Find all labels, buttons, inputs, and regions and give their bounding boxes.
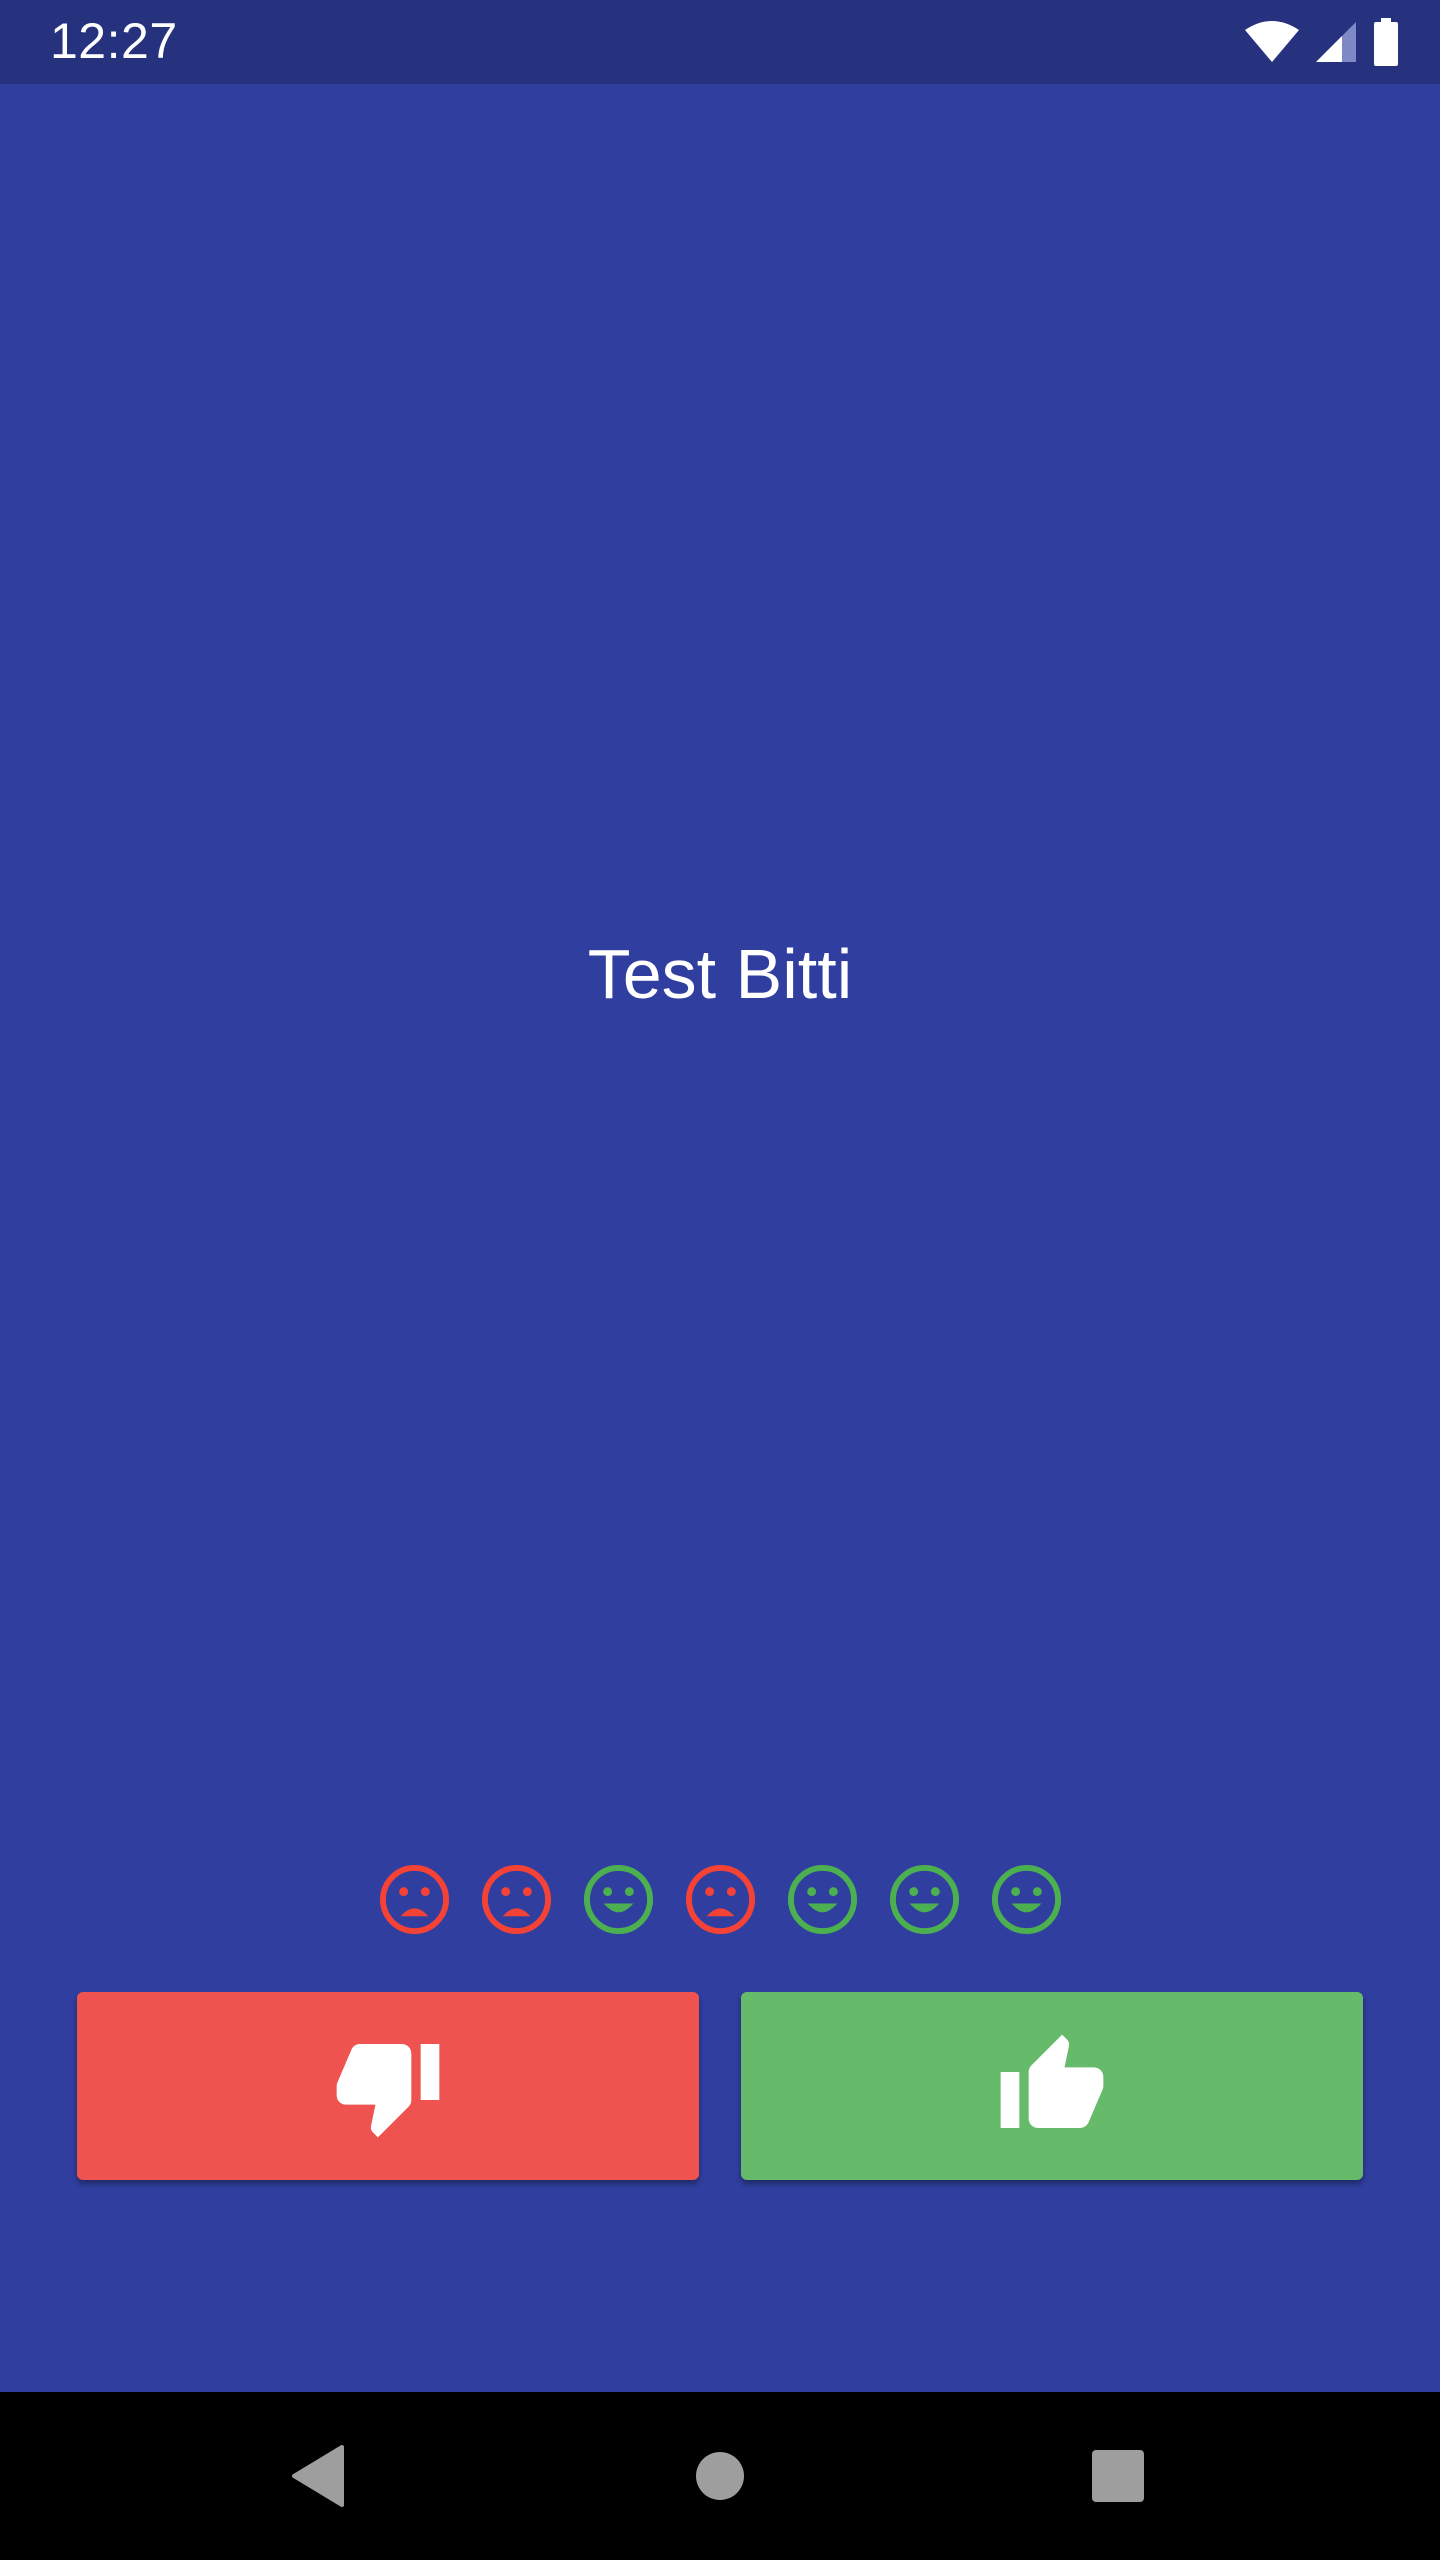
vote-buttons <box>77 1992 1363 2180</box>
nav-home-button[interactable] <box>680 2436 760 2516</box>
back-icon <box>292 2445 344 2507</box>
sad-face-icon <box>481 1864 551 1935</box>
nav-recents-button[interactable] <box>1078 2436 1158 2516</box>
wifi-icon <box>1245 21 1299 62</box>
sad-face-icon <box>379 1864 449 1935</box>
cell-signal-icon <box>1316 22 1356 62</box>
status-icons <box>1244 18 1400 66</box>
status-bar: 12:27 <box>0 0 1440 84</box>
sad-face-icon <box>685 1864 755 1935</box>
answer-history <box>0 1864 1440 1935</box>
navigation-bar <box>0 2392 1440 2560</box>
status-time: 12:27 <box>50 13 178 69</box>
thumbs-down-icon <box>336 2044 440 2138</box>
dislike-button[interactable] <box>77 1992 699 2180</box>
thumbs-up-icon <box>1000 2034 1104 2128</box>
battery-icon <box>1374 18 1398 66</box>
happy-face-icon <box>991 1864 1061 1935</box>
happy-face-icon <box>889 1864 959 1935</box>
result-text: Test Bitti <box>587 935 853 1013</box>
home-icon <box>696 2452 744 2500</box>
happy-face-icon <box>583 1864 653 1935</box>
recents-icon <box>1092 2450 1144 2502</box>
nav-back-button[interactable] <box>278 2436 358 2516</box>
like-button[interactable] <box>741 1992 1363 2180</box>
happy-face-icon <box>787 1864 857 1935</box>
app-screen: 12:27 Test Bitti <box>0 0 1440 2560</box>
